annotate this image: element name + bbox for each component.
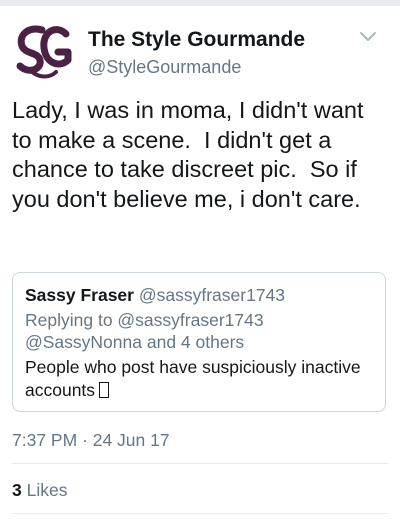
tweet-header: The Style Gourmande @StyleGourmande: [12, 20, 388, 82]
tweet-timestamp[interactable]: 7:37 PM · 24 Jun 17: [12, 430, 170, 451]
quoted-tweet[interactable]: Sassy Fraser @sassyfraser1743 Replying t…: [12, 272, 386, 412]
quoted-author-name: Sassy Fraser: [25, 285, 134, 305]
likes-label: Likes: [26, 480, 68, 500]
divider: [12, 463, 388, 464]
quoted-author-line: Sassy Fraser @sassyfraser1743: [25, 284, 285, 306]
quoted-text-line-2: accounts: [25, 379, 110, 401]
quoted-text-line-1: People who post have suspiciously inacti…: [25, 357, 361, 377]
author-name[interactable]: The Style Gourmande: [88, 28, 305, 52]
author-handle[interactable]: @StyleGourmande: [88, 57, 241, 78]
replying-to-line: Replying to @sassyfraser1743: [25, 310, 264, 330]
chevron-down-icon[interactable]: [358, 30, 378, 44]
likes-count: 3: [12, 480, 22, 500]
divider: [12, 513, 388, 514]
missing-glyph-icon: [99, 382, 110, 398]
avatar[interactable]: [12, 20, 74, 82]
quoted-text-line-2-text: accounts: [25, 380, 96, 400]
likes-stat[interactable]: 3 Likes: [12, 480, 67, 501]
tweet-text: Lady, I was in moma, I didn't want to ma…: [12, 97, 371, 212]
quoted-author-handle: @sassyfraser1743: [138, 285, 286, 305]
top-divider: [0, 0, 400, 6]
replying-to-others: @SassyNonna and 4 others: [25, 332, 245, 352]
